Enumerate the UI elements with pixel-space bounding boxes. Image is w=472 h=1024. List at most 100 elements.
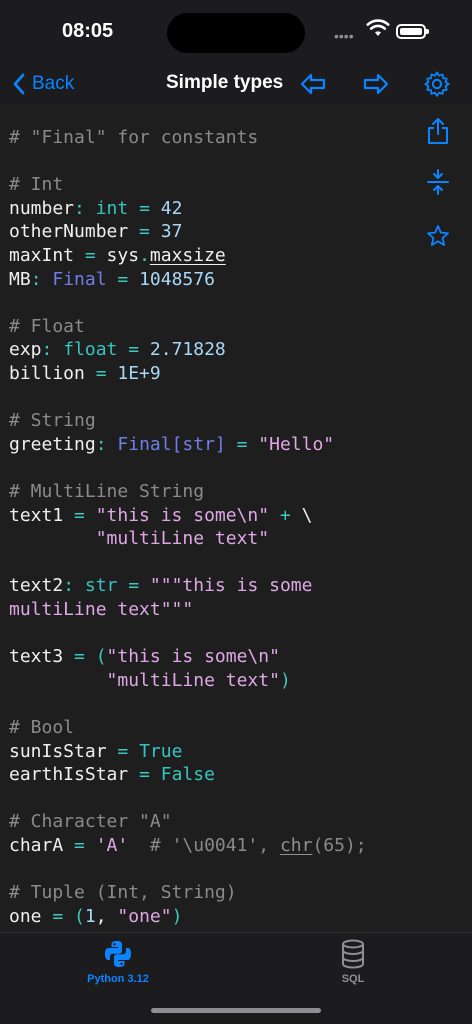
code-token: "this is some\n" bbox=[95, 504, 270, 526]
code-line: exp: float = 2.71828 bbox=[9, 338, 226, 361]
code-line: # Int bbox=[9, 173, 63, 196]
code-token: ) bbox=[279, 669, 291, 691]
code-token: = bbox=[106, 268, 140, 290]
code-token: . bbox=[139, 245, 150, 266]
code-token: text3 bbox=[9, 646, 64, 668]
code-line: "multiLine text") bbox=[9, 669, 291, 692]
code-token: = bbox=[106, 740, 140, 762]
code-line: text3 = ("this is some\n" bbox=[9, 645, 280, 668]
code-line: # "Final" for constants bbox=[9, 126, 258, 149]
code-line: earthIsStar = False bbox=[9, 763, 215, 786]
code-token: # String bbox=[9, 410, 96, 432]
code-token: : bbox=[95, 433, 118, 455]
code-line: one = (1, "one") bbox=[9, 905, 182, 928]
code-token: text2 bbox=[9, 575, 64, 597]
code-token: "Hello" bbox=[258, 433, 335, 455]
code-line: # Character "A" bbox=[9, 810, 172, 833]
database-icon bbox=[342, 939, 364, 969]
code-token: = bbox=[117, 575, 150, 597]
code-line: text1 = "this is some\n" + \ bbox=[9, 504, 312, 527]
code-line: billion = 1E+9 bbox=[9, 362, 161, 385]
code-line: multiLine text""" bbox=[9, 598, 193, 621]
code-token: = bbox=[225, 433, 259, 455]
code-editor[interactable]: # "Final" for constants # Int number: int … bbox=[0, 106, 472, 932]
tab-sql-label: SQL bbox=[341, 973, 365, 985]
code-token: = bbox=[128, 197, 161, 219]
code-token: "multiLine text" bbox=[95, 528, 270, 550]
code-token: otherNumber bbox=[9, 221, 129, 243]
code-line: number: int = 42 bbox=[9, 197, 182, 220]
code-token: = bbox=[128, 221, 161, 243]
code-token: 1E+9 bbox=[117, 363, 161, 384]
code-token: text1 bbox=[9, 504, 64, 526]
code-token: + bbox=[269, 504, 302, 526]
code-token: float bbox=[63, 339, 118, 361]
status-bar: 08:05 •••• bbox=[0, 0, 472, 62]
code-token: one bbox=[9, 905, 42, 927]
home-indicator bbox=[151, 1008, 321, 1013]
gear-icon[interactable] bbox=[422, 70, 452, 98]
code-token: int bbox=[95, 197, 129, 219]
code-token: # MultiLine String bbox=[9, 481, 205, 502]
code-token: = bbox=[117, 339, 150, 361]
code-token: = bbox=[63, 835, 96, 856]
code-token: sunIsStar bbox=[9, 740, 107, 762]
code-token: str bbox=[84, 575, 118, 597]
code-line: otherNumber = 37 bbox=[9, 220, 182, 243]
tab-sql[interactable]: SQL bbox=[283, 939, 423, 989]
code-line: MB: Final = 1048576 bbox=[9, 268, 215, 291]
battery-icon bbox=[396, 24, 429, 39]
code-token: 2.71828 bbox=[149, 339, 226, 361]
code-token: "one" bbox=[117, 905, 172, 927]
tab-python-label: Python 3.12 bbox=[87, 973, 149, 985]
status-time: 08:05 bbox=[62, 20, 114, 42]
code-token: multiLine text""" bbox=[9, 599, 194, 620]
code-token: # Int bbox=[9, 174, 64, 196]
back-label: Back bbox=[32, 73, 75, 94]
code-token: ) bbox=[171, 905, 183, 927]
code-line: # Tuple (Int, String) bbox=[9, 881, 237, 904]
code-line: # Float bbox=[9, 315, 85, 338]
code-token: 1 bbox=[84, 905, 96, 927]
navigation-bar: Back Simple types bbox=[0, 62, 472, 106]
code-token: # "Final" for constants bbox=[9, 127, 259, 148]
collapse-icon[interactable] bbox=[424, 168, 452, 196]
code-token: ( bbox=[74, 905, 85, 927]
code-token: # '\u0041', bbox=[128, 835, 280, 856]
dynamic-island bbox=[167, 13, 305, 53]
code-token: Final bbox=[52, 268, 107, 290]
code-token: : bbox=[41, 339, 64, 361]
code-token: # Character "A" bbox=[9, 811, 172, 833]
arrow-left-icon[interactable] bbox=[298, 70, 328, 98]
arrow-right-icon[interactable] bbox=[361, 70, 391, 98]
code-token: = bbox=[74, 245, 107, 266]
code-line: "multiLine text" bbox=[9, 527, 269, 550]
code-token: 'A' bbox=[95, 835, 129, 856]
code-token: = bbox=[63, 646, 96, 668]
code-line: # Bool bbox=[9, 716, 74, 739]
wifi-icon bbox=[366, 18, 390, 43]
tab-python[interactable]: Python 3.12 bbox=[48, 939, 188, 989]
code-token: 1048576 bbox=[139, 268, 215, 290]
code-token: # Tuple (Int, String) bbox=[9, 882, 237, 904]
python-icon bbox=[105, 941, 131, 967]
code-token: chr bbox=[279, 835, 313, 856]
star-icon[interactable] bbox=[424, 222, 452, 250]
code-token: # Float bbox=[9, 315, 85, 337]
back-button[interactable]: Back bbox=[12, 68, 74, 100]
code-token: MB bbox=[9, 268, 31, 290]
share-icon[interactable] bbox=[424, 117, 452, 145]
code-token: = bbox=[41, 905, 75, 927]
code-line: # String bbox=[9, 409, 96, 432]
code-token: 37 bbox=[160, 221, 183, 243]
code-line: greeting: Final[str] = "Hello" bbox=[9, 433, 334, 456]
code-token: greeting bbox=[9, 433, 96, 455]
code-token: , bbox=[95, 905, 118, 927]
code-token: charA bbox=[9, 835, 64, 856]
code-token: : bbox=[74, 197, 96, 219]
code-token: (65); bbox=[312, 835, 367, 856]
code-token: # Bool bbox=[9, 717, 75, 738]
code-token: True bbox=[139, 740, 183, 762]
